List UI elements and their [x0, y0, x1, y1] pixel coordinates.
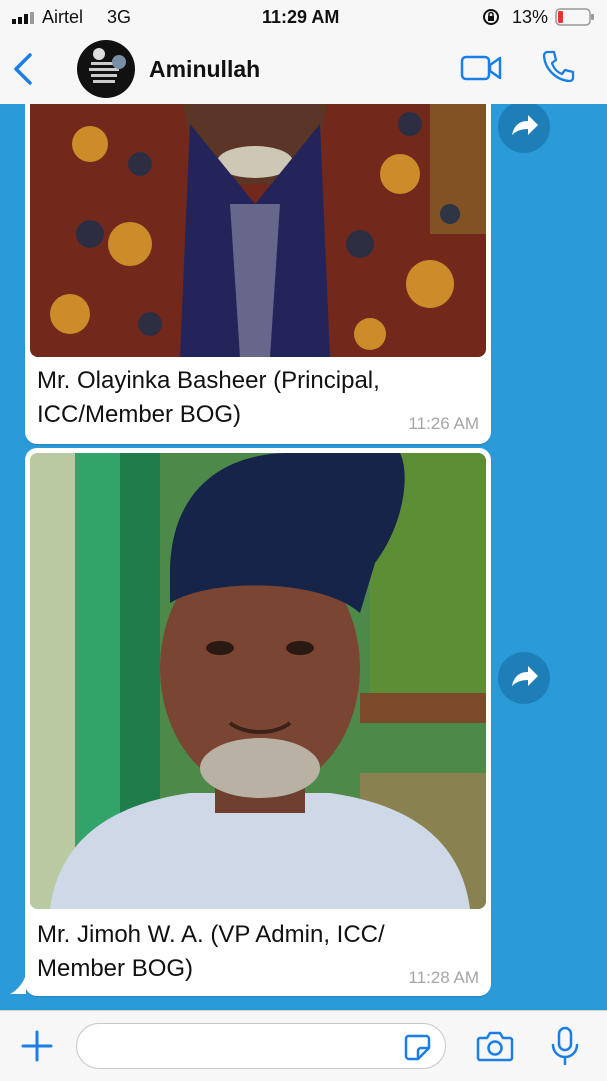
- chat-area[interactable]: Mr. Olayinka Basheer (Principal, ICC/Mem…: [0, 104, 607, 1010]
- forward-arrow-icon: [512, 115, 538, 135]
- message-input-bar: [0, 1010, 607, 1081]
- image-message[interactable]: Mr. Olayinka Basheer (Principal, ICC/Mem…: [25, 104, 491, 444]
- voice-call-button[interactable]: [540, 48, 576, 84]
- message-timestamp: 11:28 AM: [408, 968, 479, 987]
- battery-icon: [555, 8, 594, 26]
- message-input[interactable]: [76, 1023, 446, 1069]
- microphone-icon[interactable]: [548, 1025, 582, 1067]
- camera-icon[interactable]: [476, 1029, 514, 1063]
- photo-man-in-patterned-attire: [30, 104, 486, 357]
- message-photo[interactable]: [30, 453, 486, 909]
- forward-button[interactable]: [498, 104, 550, 153]
- message-caption-line: Member BOG): [37, 955, 194, 982]
- network-type: 3G: [107, 7, 132, 27]
- forward-arrow-icon: [512, 666, 538, 686]
- status-bar: Airtel 3G 11:29 AM 13%: [0, 0, 607, 34]
- plus-icon[interactable]: [20, 1029, 54, 1063]
- battery-percent: 13%: [512, 7, 549, 27]
- message-caption-line: Mr. Olayinka Basheer (Principal,: [37, 367, 380, 394]
- sticker-icon[interactable]: [402, 1032, 432, 1062]
- signal-icon: [12, 12, 34, 24]
- message-caption-line: Mr. Jimoh W. A. (VP Admin, ICC/: [37, 921, 385, 948]
- message-photo[interactable]: [30, 104, 486, 357]
- carrier-name: Airtel: [42, 7, 84, 27]
- forward-button[interactable]: [498, 652, 550, 704]
- video-call-button[interactable]: [460, 54, 502, 82]
- message-caption-line: ICC/Member BOG): [37, 401, 242, 428]
- contact-avatar[interactable]: [77, 40, 135, 98]
- chat-header: Aminullah: [0, 34, 607, 105]
- rotation-lock-icon: [483, 9, 499, 25]
- contact-name[interactable]: Aminullah: [149, 56, 260, 83]
- image-message[interactable]: Mr. Jimoh W. A. (VP Admin, ICC/ Member B…: [25, 448, 491, 996]
- photo-man-with-blue-cap: [30, 453, 486, 909]
- bubble-tail: [10, 974, 26, 994]
- status-time: 11:29 AM: [262, 7, 340, 27]
- back-button[interactable]: [10, 51, 38, 87]
- message-timestamp: 11:26 AM: [408, 414, 479, 433]
